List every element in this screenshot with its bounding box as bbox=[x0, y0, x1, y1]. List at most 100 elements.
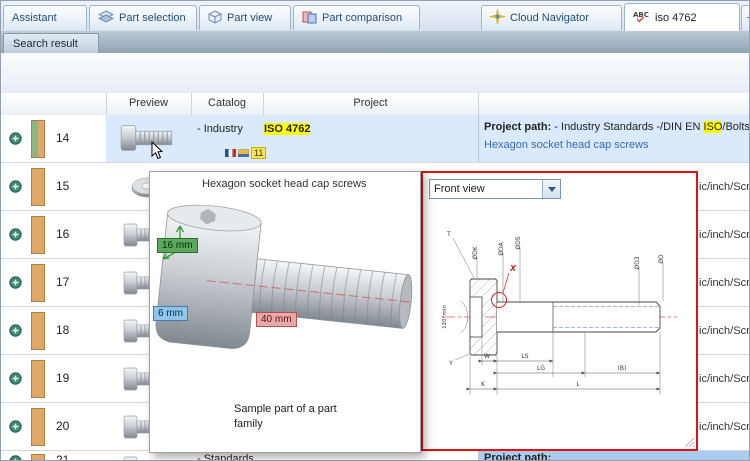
row-number: 14 bbox=[56, 131, 70, 145]
chevron-down-icon bbox=[547, 186, 556, 192]
catalog-count-badge: 11 bbox=[251, 147, 267, 159]
dim-label-y: Y bbox=[448, 360, 453, 367]
tab-label: Cloud Navigator bbox=[510, 12, 589, 24]
column-header-catalog[interactable]: Catalog bbox=[191, 97, 263, 109]
dim-label-lg: LG bbox=[537, 365, 545, 372]
row-details: Project path: - Industry Standards -/DIN… bbox=[478, 115, 749, 162]
search-term-highlight: ISO bbox=[703, 121, 723, 133]
project-name-highlighted: ISO 4762 bbox=[264, 123, 311, 135]
dim-label-angle: 120°min bbox=[442, 305, 448, 329]
dim-label-d: ØD bbox=[658, 254, 665, 264]
catalog-name: - Industry bbox=[197, 123, 243, 135]
part-thumbnail[interactable] bbox=[120, 121, 174, 155]
tab-label: iso 4762 bbox=[655, 11, 697, 24]
dimension-chip-diameter: 6 mm bbox=[153, 306, 188, 321]
tab-label: Part view bbox=[227, 12, 273, 24]
cube-icon bbox=[208, 9, 222, 27]
mouse-cursor-icon bbox=[151, 141, 163, 160]
tab-cloud-navigator[interactable]: Cloud Navigator bbox=[481, 5, 622, 30]
path-fragment: ic/inch/Scre bbox=[699, 325, 750, 337]
status-color-bar bbox=[31, 408, 45, 446]
dropdown-arrow-button[interactable] bbox=[542, 180, 560, 198]
column-header-project[interactable]: Project bbox=[263, 97, 478, 109]
tab-label: Part selection bbox=[119, 12, 186, 24]
dim-label-ds: ØDS bbox=[515, 236, 522, 249]
abc-check-icon: ABC bbox=[633, 10, 650, 26]
catalog-name: - Standards bbox=[197, 453, 254, 461]
tab-iso-4762[interactable]: ABC iso 4762 bbox=[624, 3, 740, 31]
view-selector-dropdown[interactable]: Front view bbox=[429, 179, 561, 199]
row-number: 18 bbox=[56, 323, 70, 337]
tab-search-result[interactable]: Search result bbox=[3, 33, 99, 53]
project-path-label: Project path: bbox=[484, 121, 552, 133]
tab-part-comparison[interactable]: Part comparison bbox=[293, 5, 420, 30]
catalog-flags: 11 bbox=[225, 147, 267, 159]
row-number: 20 bbox=[56, 419, 70, 433]
expand-plus-icon[interactable] bbox=[9, 180, 22, 193]
row-number: 16 bbox=[56, 227, 70, 241]
status-color-bar bbox=[31, 360, 45, 398]
path-fragment: ic/inch/Scre bbox=[699, 373, 750, 385]
project-path-text: /Bolts/ bbox=[722, 121, 749, 133]
main-tab-bar: Assistant Part selection Part view Part … bbox=[1, 1, 749, 32]
star-compass-icon bbox=[489, 8, 506, 27]
status-color-bar bbox=[31, 454, 45, 460]
resize-grip-icon[interactable] bbox=[683, 436, 695, 448]
tab-assistant[interactable]: Assistant bbox=[3, 5, 87, 30]
expand-plus-icon[interactable] bbox=[9, 228, 22, 241]
status-color-bar bbox=[31, 264, 45, 302]
row-number: 19 bbox=[56, 371, 70, 385]
parts-catalog-window: Assistant Part selection Part view Part … bbox=[0, 0, 750, 461]
row-selected-details: Project path: ic/inch/Scre bbox=[478, 451, 749, 461]
expand-plus-icon[interactable] bbox=[9, 420, 22, 433]
column-header-preview[interactable]: Preview bbox=[106, 97, 191, 109]
dimension-chip-head-height: 16 mm bbox=[157, 238, 198, 253]
caption-line: Sample part of a part bbox=[234, 403, 337, 415]
dim-label-x: X bbox=[509, 264, 517, 273]
project-name-link[interactable]: Hexagon socket head cap screws bbox=[484, 139, 648, 151]
tab-label: Search result bbox=[13, 37, 78, 50]
expand-plus-icon[interactable] bbox=[9, 455, 22, 460]
table-header: Preview Catalog Project bbox=[1, 93, 749, 116]
expand-plus-icon[interactable] bbox=[9, 132, 22, 145]
tab-part-view[interactable]: Part view bbox=[199, 5, 291, 30]
compare-icon bbox=[302, 10, 317, 27]
path-fragment: ic/inch/Scre bbox=[699, 181, 750, 193]
dim-label-ls: LS bbox=[521, 353, 528, 360]
dimension-chip-length: 40 mm bbox=[256, 312, 297, 327]
expand-plus-icon[interactable] bbox=[9, 372, 22, 385]
row-number: 21 bbox=[56, 453, 70, 461]
expand-plus-icon[interactable] bbox=[9, 324, 22, 337]
dim-label-w: W bbox=[484, 353, 490, 360]
view-selector-value: Front view bbox=[434, 183, 485, 195]
tab-part-selection[interactable]: Part selection bbox=[89, 5, 197, 30]
path-fragment: ic/inch/Scre bbox=[699, 229, 750, 241]
row-number: 17 bbox=[56, 275, 70, 289]
status-color-bar bbox=[31, 120, 45, 158]
result-tab-bar: Search result bbox=[1, 31, 749, 54]
technical-drawing: T ØDK ØDA ØDS ØD3 ØD X 120°min Y W LS LG… bbox=[442, 231, 677, 395]
part-3d-preview bbox=[155, 204, 413, 350]
status-color-bar bbox=[31, 168, 45, 206]
dim-label-d3: ØD3 bbox=[634, 256, 641, 269]
tab-label: Part comparison bbox=[322, 12, 403, 24]
tab-label: Assistant bbox=[12, 12, 57, 24]
dim-label-b: (B) bbox=[618, 365, 627, 372]
svg-text:ABC: ABC bbox=[633, 11, 649, 19]
caption-line: family bbox=[234, 418, 263, 430]
expand-plus-icon[interactable] bbox=[9, 276, 22, 289]
new-tab-button[interactable]: + bbox=[741, 5, 749, 30]
dim-label-l: L bbox=[576, 381, 580, 388]
dim-label-k: K bbox=[481, 381, 486, 388]
dim-label-da: ØDA bbox=[498, 241, 505, 255]
part-thumbnail[interactable] bbox=[123, 453, 171, 461]
part-drawing-panel: Front view T ØDK ØDA ØDS ØD3 ØD X 120°mi… bbox=[421, 171, 698, 451]
layers-icon bbox=[97, 10, 115, 26]
popup-title: Hexagon socket head cap screws bbox=[202, 178, 367, 190]
flag-icon bbox=[238, 149, 249, 157]
part-preview-popup: Hexagon socket head cap screws 16 mm 6 m… bbox=[149, 171, 421, 453]
path-fragment: ic/inch/Scre bbox=[699, 421, 750, 433]
dim-label-dk: ØDK bbox=[472, 245, 479, 259]
table-row[interactable]: 14 - Industry 11 ISO 4762 Project path: … bbox=[1, 115, 749, 163]
project-path-label: Project path: bbox=[484, 452, 552, 461]
